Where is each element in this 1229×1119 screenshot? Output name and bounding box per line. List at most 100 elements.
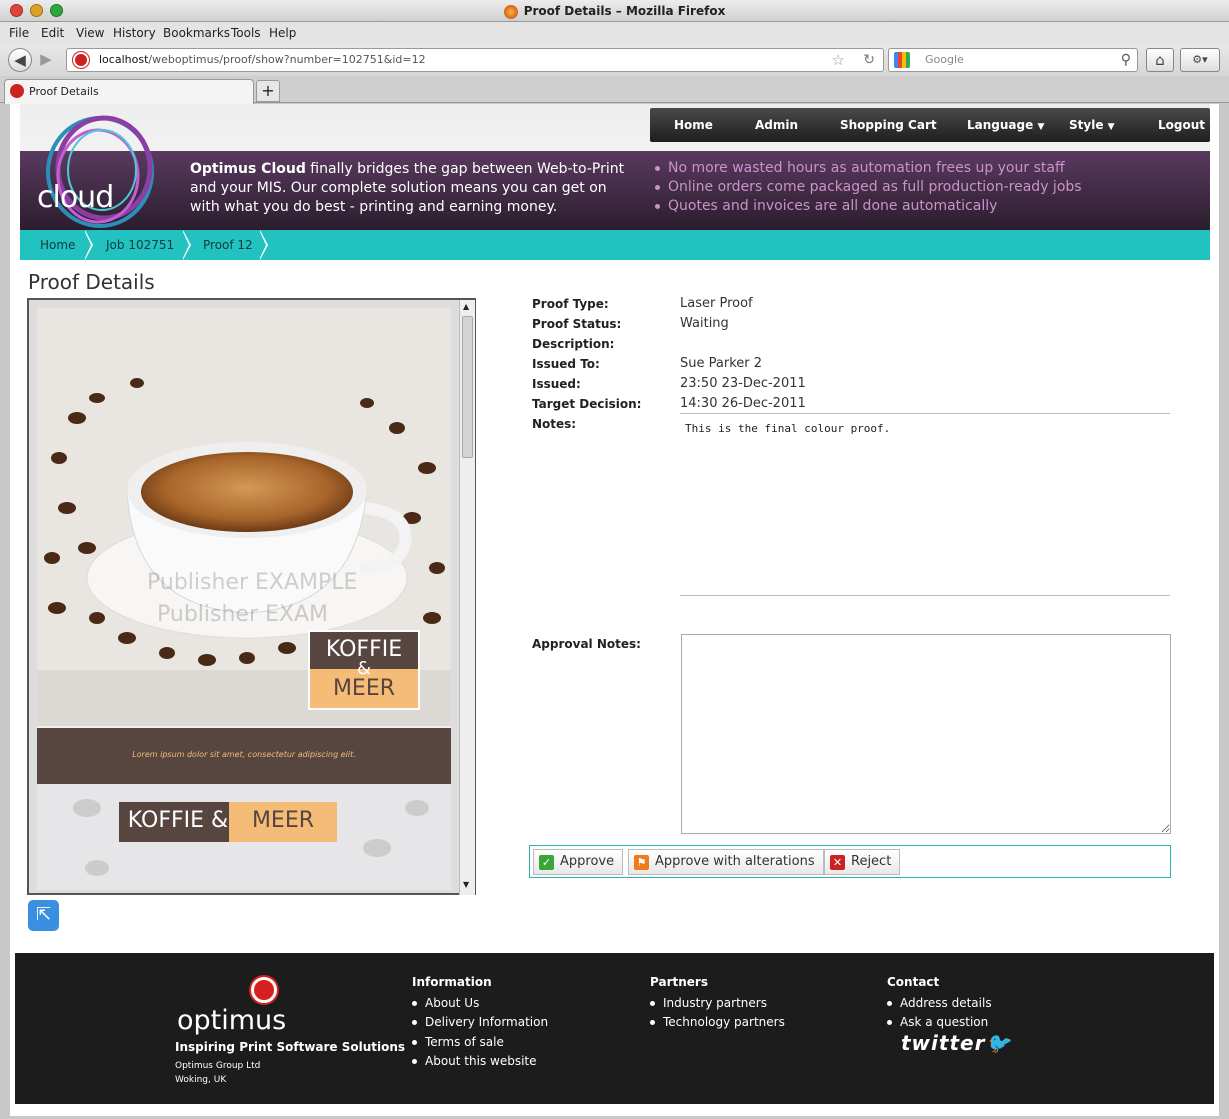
scroll-up-icon[interactable]: ▲ xyxy=(463,302,469,311)
footer-link[interactable]: Ask a question xyxy=(887,1015,988,1029)
tab-proof-details[interactable]: Proof Details xyxy=(4,79,254,104)
breadcrumb-home[interactable]: Home xyxy=(40,238,75,252)
tab-label: Proof Details xyxy=(29,85,99,98)
viewer-scrollbar[interactable]: ▲ ▼ xyxy=(459,300,475,895)
top-navigation: Home Admin Shopping Cart Language ▼ Styl… xyxy=(650,108,1210,142)
nav-language-label: Language xyxy=(967,118,1034,132)
breadcrumb: Home Job 102751 Proof 12 xyxy=(20,230,1210,260)
firefox-icon xyxy=(503,4,518,19)
proof-status-label: Proof Status: xyxy=(532,317,622,331)
url-bar[interactable]: localhost/weboptimus/proof/show?number=1… xyxy=(66,48,884,72)
cloud-logo[interactable]: cloud xyxy=(32,110,158,228)
zoom-window-button[interactable] xyxy=(50,4,63,17)
chevron-down-icon: ▼ xyxy=(1107,122,1115,132)
reload-icon[interactable]: ↻ xyxy=(863,49,875,71)
logo-text: cloud xyxy=(37,180,114,215)
flag-icon: ⚑ xyxy=(634,855,649,870)
poster-tag-bottom: MEER xyxy=(332,676,396,701)
footer-link[interactable]: Terms of sale xyxy=(412,1035,504,1049)
menu-edit[interactable]: Edit xyxy=(41,26,64,40)
footer-brand[interactable]: optimus xyxy=(177,1005,286,1036)
proof-type-label: Proof Type: xyxy=(532,297,609,311)
menu-bar: File Edit View History Bookmarks Tools H… xyxy=(0,22,1229,44)
close-icon: ✕ xyxy=(830,855,845,870)
site-favicon xyxy=(73,52,89,68)
approval-notes-label: Approval Notes: xyxy=(532,637,641,651)
banner-bullet: Online orders come packaged as full prod… xyxy=(655,179,1082,195)
minimize-window-button[interactable] xyxy=(30,4,43,17)
footer-contact-title: Contact xyxy=(887,975,940,989)
footer-tagline: Inspiring Print Software Solutions xyxy=(175,1040,406,1054)
proof-viewer[interactable]: Publisher EXAMPLE Publisher EXAM KOFFIE … xyxy=(27,298,476,895)
breadcrumb-job[interactable]: Job 102751 xyxy=(106,238,174,252)
home-button[interactable]: ⌂ xyxy=(1146,48,1174,72)
scrollbar-thumb[interactable] xyxy=(462,316,473,458)
issued-to-value: Sue Parker 2 xyxy=(680,356,762,371)
window-title: Proof Details – Mozilla Firefox xyxy=(523,4,726,18)
forward-button[interactable]: ▶ xyxy=(34,48,58,72)
approve-button[interactable]: ✓ Approve xyxy=(533,849,624,875)
footer-location: Woking, UK xyxy=(175,1075,227,1085)
footer-link[interactable]: About this website xyxy=(412,1054,537,1068)
footer-info-title: Information xyxy=(412,975,492,989)
menu-help[interactable]: Help xyxy=(269,26,296,40)
nav-style-label: Style xyxy=(1069,118,1104,132)
search-icon[interactable]: ⚲ xyxy=(1121,49,1131,71)
twitter-logo[interactable]: twitter🐦 xyxy=(901,1031,1011,1055)
footer-link[interactable]: Address details xyxy=(887,996,992,1010)
watermark: Publisher EXAMPLE xyxy=(147,570,358,595)
menu-view[interactable]: View xyxy=(76,26,104,40)
issued-value: 23:50 23-Dec-2011 xyxy=(680,376,806,391)
approval-notes-input[interactable] xyxy=(681,634,1171,834)
proof-image: Publisher EXAMPLE Publisher EXAM KOFFIE … xyxy=(37,308,451,890)
back-button[interactable]: ◀ xyxy=(8,48,32,72)
menu-bookmarks[interactable]: Bookmarks xyxy=(163,26,230,40)
menu-tools[interactable]: Tools xyxy=(231,26,261,40)
nav-language[interactable]: Language ▼ xyxy=(967,118,1044,132)
action-bar: ✓ Approve ⚑ Approve with alterations ✕ Reje… xyxy=(529,845,1171,878)
poster-bottom-left: KOFFIE & xyxy=(127,808,229,833)
url-host: localhost xyxy=(99,53,149,66)
banner-bullet: No more wasted hours as automation frees… xyxy=(655,160,1065,176)
scroll-down-icon[interactable]: ▼ xyxy=(463,880,469,889)
footer-company: Optimus Group Ltd xyxy=(175,1061,261,1071)
footer-partners-title: Partners xyxy=(650,975,708,989)
poster-bottom-right: MEER xyxy=(251,808,315,833)
footer-link[interactable]: Delivery Information xyxy=(412,1015,548,1029)
search-field[interactable]: Google ⚲ xyxy=(888,48,1138,72)
google-icon[interactable] xyxy=(894,52,910,68)
close-window-button[interactable] xyxy=(10,4,23,17)
breadcrumb-proof[interactable]: Proof 12 xyxy=(203,238,253,252)
notes-label: Notes: xyxy=(532,417,577,431)
watermark: Publisher EXAM xyxy=(157,602,328,627)
reject-button[interactable]: ✕ Reject xyxy=(824,849,901,875)
menu-history[interactable]: History xyxy=(113,26,156,40)
nav-shopping-cart[interactable]: Shopping Cart xyxy=(840,118,937,132)
menu-file[interactable]: File xyxy=(9,26,29,40)
nav-home[interactable]: Home xyxy=(674,118,713,132)
optimus-target-icon xyxy=(251,977,277,1003)
poster-lorem: Lorem ipsum dolor sit amet, consectetur … xyxy=(132,750,356,759)
popout-icon[interactable]: ⇱ xyxy=(28,900,59,931)
site-footer: optimus Inspiring Print Software Solutio… xyxy=(15,953,1214,1104)
page-title: Proof Details xyxy=(28,270,155,294)
banner-text: Optimus Cloud finally bridges the gap be… xyxy=(190,160,630,217)
notes-content: This is the final colour proof. xyxy=(680,413,1170,596)
footer-link[interactable]: Technology partners xyxy=(650,1015,785,1029)
web-page: cloud Home Admin Shopping Cart Language … xyxy=(10,104,1219,1116)
url-path: /weboptimus/proof/show?number=102751&id=… xyxy=(148,53,426,66)
new-tab-button[interactable]: + xyxy=(256,80,280,102)
footer-link[interactable]: Industry partners xyxy=(650,996,767,1010)
nav-logout[interactable]: Logout xyxy=(1158,118,1205,132)
footer-link[interactable]: About Us xyxy=(412,996,479,1010)
nav-admin[interactable]: Admin xyxy=(755,118,798,132)
target-decision-label: Target Decision: xyxy=(532,397,642,411)
window-titlebar: Proof Details – Mozilla Firefox xyxy=(0,0,1229,22)
approve-with-alterations-button[interactable]: ⚑ Approve with alterations xyxy=(628,849,824,875)
bookmark-star-icon[interactable]: ☆ xyxy=(832,49,845,71)
nav-style[interactable]: Style ▼ xyxy=(1069,118,1115,132)
addon-button[interactable]: ⚙▾ xyxy=(1180,48,1220,72)
banner-bold: Optimus Cloud xyxy=(190,161,306,177)
issued-label: Issued: xyxy=(532,377,581,391)
check-icon: ✓ xyxy=(539,855,554,870)
